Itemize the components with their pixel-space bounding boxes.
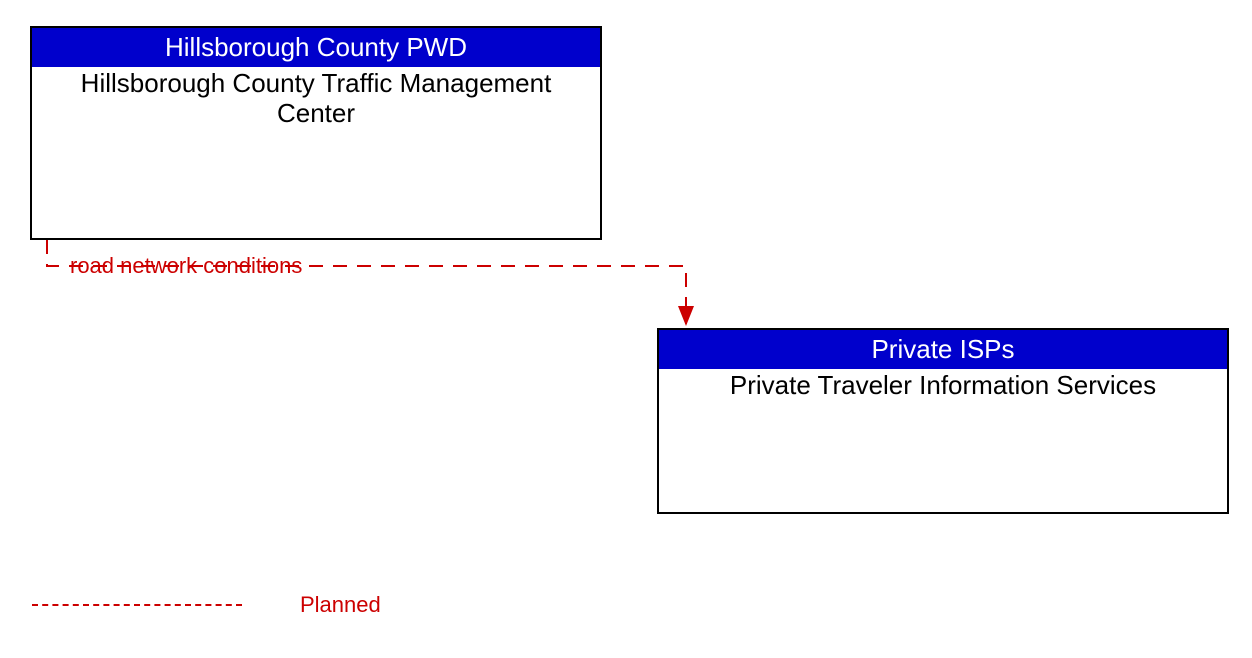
flow-label: road network conditions [70,253,302,279]
entity-body-target: Private Traveler Information Services [659,369,1227,401]
entity-header-target: Private ISPs [659,330,1227,369]
entity-box-target: Private ISPs Private Traveler Informatio… [657,328,1229,514]
entity-body-source: Hillsborough County Traffic Management C… [32,67,600,129]
entity-header-source: Hillsborough County PWD [32,28,600,67]
entity-box-source: Hillsborough County PWD Hillsborough Cou… [30,26,602,240]
legend-label-planned: Planned [300,592,381,618]
legend-line-planned [32,604,242,606]
